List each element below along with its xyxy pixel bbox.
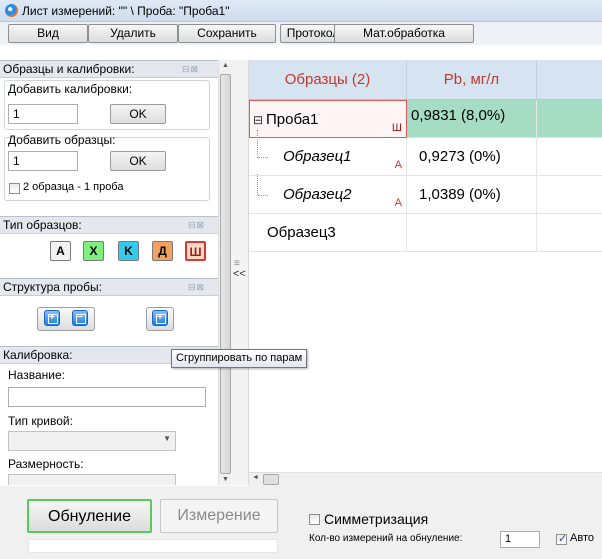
- section-toggle-icon[interactable]: ⊟⊠: [188, 282, 210, 292]
- calibration-name-label: Название:: [8, 368, 65, 382]
- column-pb-header[interactable]: Pb, мг/л: [407, 60, 537, 100]
- sample-types-header[interactable]: Тип образцов: ⊟⊠: [0, 216, 218, 234]
- pair-checkbox[interactable]: [9, 183, 20, 194]
- delete-button[interactable]: Удалить: [88, 24, 178, 43]
- type-sh-button[interactable]: Ш: [185, 241, 206, 261]
- add-calibration-label: Добавить калибровки:: [8, 82, 133, 96]
- chevron-down-icon: ▼: [163, 434, 171, 443]
- save-button[interactable]: Сохранить: [178, 24, 276, 43]
- type-k-button[interactable]: K: [118, 241, 139, 261]
- section-toggle-icon[interactable]: ⊟⊠: [182, 64, 204, 74]
- tree-line: [258, 157, 268, 158]
- group-pairs-icon[interactable]: +: [152, 310, 168, 326]
- pb-value-cell[interactable]: 0,9273 (0%): [407, 138, 537, 176]
- dimension-select[interactable]: [8, 474, 176, 485]
- left-panel-scrollbar[interactable]: ▲ ▼: [218, 60, 231, 485]
- view-button[interactable]: Вид: [8, 24, 88, 43]
- zero-button[interactable]: Обнуление: [27, 499, 152, 533]
- auto-label: Авто: [570, 532, 594, 544]
- section-toggle-icon[interactable]: ⊟⊠: [188, 220, 210, 230]
- table-row[interactable]: ⊟ Проба1 Ш 0,9831 (8,0%): [249, 100, 602, 138]
- scroll-left-icon[interactable]: ◄: [252, 474, 259, 481]
- dimension-label: Размерность:: [8, 457, 84, 471]
- sample-name-cell[interactable]: ⊟ Проба1 Ш: [249, 100, 407, 138]
- scrollbar-thumb[interactable]: [263, 474, 279, 485]
- structure-button-group: + −: [37, 307, 95, 331]
- grid-header: Образцы (2) Pb, мг/л: [249, 60, 602, 100]
- samples-calibration-title: Образцы и калибровки:: [3, 62, 135, 76]
- add-samples-count-input[interactable]: 1: [8, 151, 78, 171]
- math-processing-button[interactable]: Мат.обработка: [334, 24, 474, 43]
- add-samples-label: Добавить образцы:: [8, 133, 116, 147]
- measurement-window: Лист измерений: "" \ Проба: "Проба1" Вид…: [0, 0, 602, 559]
- window-title: Лист измерений: "" \ Проба: "Проба1": [22, 4, 230, 18]
- scrollbar-thumb[interactable]: [220, 74, 231, 474]
- title-bar: Лист измерений: "" \ Проба: "Проба1": [0, 0, 602, 22]
- panel-splitter[interactable]: ≡ <<: [231, 60, 249, 485]
- scroll-down-icon[interactable]: ▼: [222, 476, 229, 483]
- toolbar: Вид Удалить Сохранить Протокол Мат.обраб…: [0, 22, 602, 45]
- table-row[interactable]: Образец2 A 1,0389 (0%): [249, 174, 602, 214]
- column-samples-header[interactable]: Образцы (2): [249, 60, 407, 100]
- add-calibration-count-input[interactable]: 1: [8, 104, 78, 124]
- auto-checkbox[interactable]: [556, 532, 567, 545]
- calibration-title: Калибровка:: [3, 348, 73, 362]
- sample-name-cell[interactable]: Образец2 A: [249, 174, 407, 214]
- table-row[interactable]: Образец3: [249, 214, 602, 252]
- collapse-icon[interactable]: −: [72, 310, 88, 326]
- sample-name: Проба1: [266, 111, 319, 128]
- sample-types-title: Тип образцов:: [3, 218, 82, 232]
- group-pairs-button-wrap: +: [146, 307, 174, 331]
- sample-name: Образец2: [283, 186, 352, 203]
- type-a-button[interactable]: A: [50, 241, 71, 261]
- structure-title: Структура пробы:: [3, 280, 102, 294]
- sample-name-cell[interactable]: Образец3: [249, 214, 407, 252]
- bottom-bar: Обнуление Измерение Симметризация Кол-во…: [0, 486, 602, 559]
- type-x-button[interactable]: X: [83, 241, 104, 261]
- pb-value-cell[interactable]: 0,9831 (8,0%): [407, 100, 537, 138]
- pb-value-cell[interactable]: [407, 214, 537, 252]
- symmetrize-label: Симметризация: [324, 511, 429, 527]
- measure-button[interactable]: Измерение: [160, 499, 278, 533]
- grid-horizontal-scrollbar[interactable]: ◄: [249, 472, 602, 486]
- calibration-name-input[interactable]: [8, 387, 206, 407]
- app-icon: [5, 4, 18, 17]
- tree-line: [257, 174, 258, 195]
- sample-name: Образец1: [283, 148, 352, 165]
- structure-header[interactable]: Структура пробы: ⊟⊠: [0, 278, 218, 296]
- add-samples-ok-button[interactable]: OK: [110, 151, 166, 171]
- symmetrize-checkbox[interactable]: [309, 514, 320, 525]
- progress-bar: [28, 539, 278, 553]
- tree-line: [258, 195, 268, 196]
- add-calibration-ok-button[interactable]: OK: [110, 104, 166, 124]
- pb-value-cell[interactable]: 1,0389 (0%): [407, 176, 537, 214]
- type-d-button[interactable]: Д: [152, 241, 173, 261]
- tree-line: [257, 130, 258, 158]
- sample-name-cell[interactable]: Образец1 A: [249, 130, 407, 176]
- pair-checkbox-label: 2 образца - 1 проба: [23, 181, 124, 193]
- curve-type-select[interactable]: ▼: [8, 431, 176, 451]
- group-pairs-tooltip: Сгруппировать по парам: [171, 349, 308, 368]
- scroll-up-icon[interactable]: ▲: [222, 62, 229, 69]
- samples-grid: Образцы (2) Pb, мг/л ⊟ Проба1 Ш 0,9831 (…: [249, 60, 602, 485]
- zero-count-label: Кол-во измерений на обнуление:: [309, 533, 463, 544]
- zero-count-input[interactable]: 1: [500, 531, 540, 548]
- tree-toggle-icon[interactable]: ⊟: [253, 101, 263, 139]
- curve-type-label: Тип кривой:: [8, 414, 73, 428]
- table-row[interactable]: Образец1 A 0,9273 (0%): [249, 130, 602, 176]
- collapse-panel-button[interactable]: <<: [233, 268, 246, 280]
- expand-icon[interactable]: +: [44, 310, 60, 326]
- samples-calibration-header[interactable]: Образцы и калибровки: ⊟⊠: [0, 60, 218, 78]
